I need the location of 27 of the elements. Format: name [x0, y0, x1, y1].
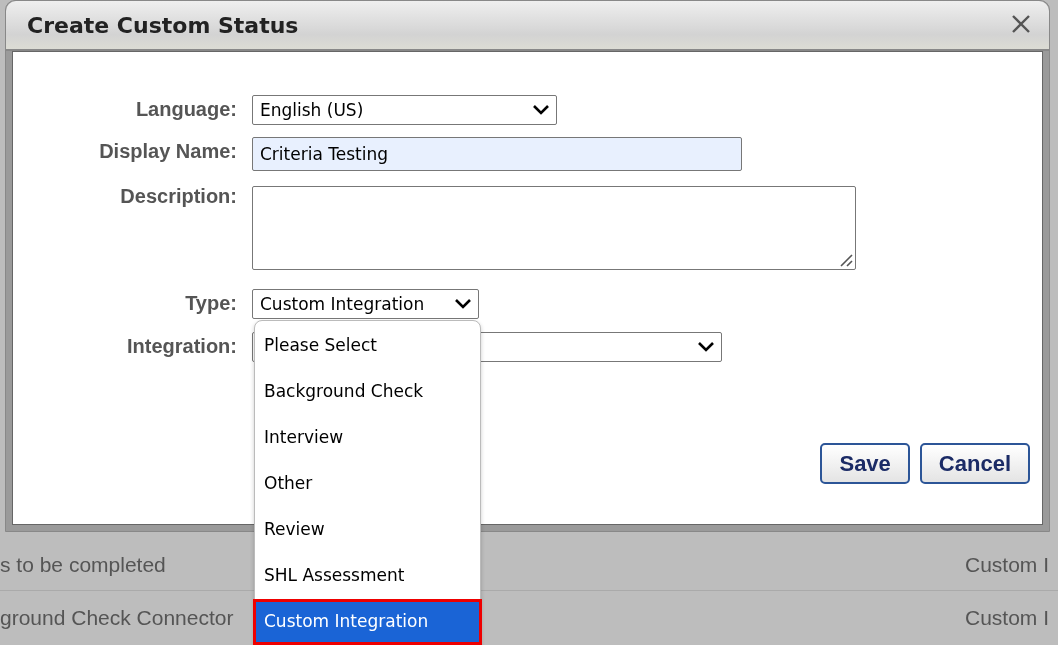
table-cell: s to be completed	[0, 553, 166, 577]
dropdown-option[interactable]: SHL Assessment	[255, 553, 480, 599]
close-icon	[1011, 14, 1031, 34]
dropdown-option[interactable]: Review	[255, 507, 480, 553]
chevron-icon	[532, 104, 550, 116]
field-label: Integration:	[126, 334, 238, 359]
dropdown-option[interactable]: Custom Integration	[253, 599, 482, 645]
dropdown-option[interactable]: Background Check	[255, 369, 480, 415]
field-label: Language:	[134, 97, 238, 122]
field-label: Description:	[119, 184, 238, 209]
dropdown-option[interactable]: Please Select	[255, 323, 480, 369]
dialog-button[interactable]: Cancel	[919, 443, 1030, 484]
field-label: Type:	[184, 291, 238, 316]
table-cell: Custom I	[965, 553, 1050, 577]
dialog-title: Create Custom Status	[27, 12, 299, 38]
select-field[interactable]: English (US)	[252, 95, 557, 125]
dialog-button[interactable]: Save	[820, 443, 910, 484]
dropdown-option[interactable]: Other	[255, 461, 480, 507]
textarea-field[interactable]	[252, 186, 856, 270]
chevron-icon	[697, 341, 715, 353]
text-field[interactable]: Criteria Testing	[252, 137, 742, 171]
chevron-icon	[454, 298, 472, 310]
table-cell: Custom I	[965, 606, 1050, 630]
table-cell: ground Check Connector	[0, 606, 234, 630]
field-label: Display Name:	[98, 139, 238, 164]
resize-grip-icon	[840, 254, 853, 267]
dropdown-option[interactable]: Interview	[255, 415, 480, 461]
